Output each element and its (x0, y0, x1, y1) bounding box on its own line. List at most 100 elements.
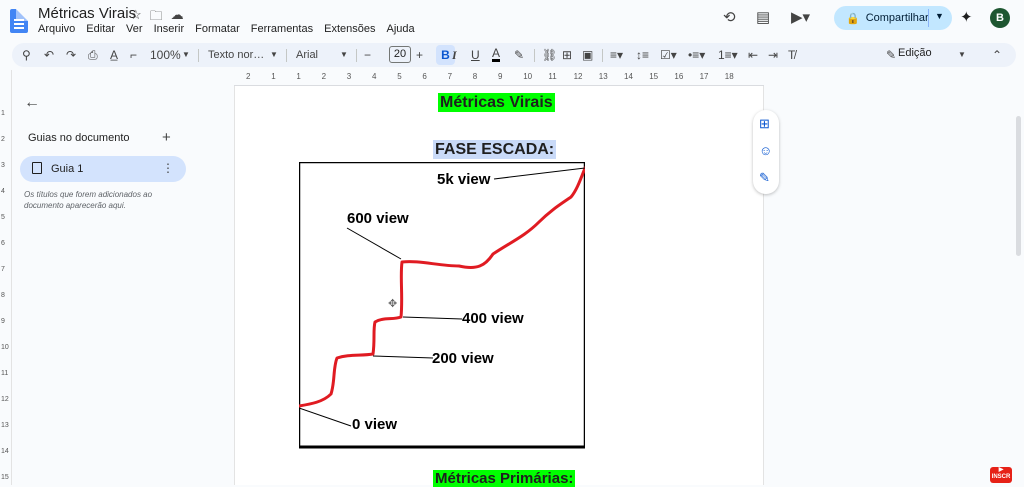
emoji-reaction-icon[interactable]: ☺ (759, 143, 772, 158)
ruler-number: 5 (397, 72, 402, 81)
ruler-number: 5 (1, 214, 5, 221)
document-page[interactable]: Métricas Virais FASE ESCADA: 5k view 600… (234, 86, 764, 487)
menu-formatar[interactable]: Formatar (195, 23, 240, 35)
heading-metricas-primarias[interactable]: Métricas Primárias: (433, 470, 576, 487)
numbered-list-icon[interactable]: 1≡▾ (718, 47, 738, 63)
font-size-input[interactable]: 20 (389, 46, 411, 63)
tab-options-icon[interactable]: ⋮ (162, 161, 174, 175)
menu-arquivo[interactable]: Arquivo (38, 23, 75, 35)
heading-metricas-virais[interactable]: Métricas Virais (438, 93, 555, 112)
mode-dropdown-icon[interactable]: ▼ (958, 47, 966, 63)
ruler-number: 2 (1, 136, 5, 143)
add-comment-float-icon[interactable]: ⊞ (759, 116, 770, 132)
print-icon[interactable]: ⎙ (88, 47, 98, 63)
horizontal-ruler[interactable]: 2 1 1 2 3 4 5 6 7 8 9 10 11 12 13 14 15 16 17 18 (234, 70, 764, 86)
ruler-number: 3 (1, 162, 5, 169)
move-cursor-icon: ✥ (388, 298, 397, 310)
docs-logo-icon[interactable] (10, 9, 28, 33)
share-dropdown-icon[interactable]: ▼ (935, 11, 944, 21)
italic-button[interactable]: I (452, 47, 457, 63)
ruler-number: 18 (724, 72, 734, 81)
avatar[interactable]: B (990, 8, 1010, 28)
menu-inserir[interactable]: Inserir (154, 23, 185, 35)
menu-ferramentas[interactable]: Ferramentas (251, 23, 313, 35)
link-icon[interactable]: ⛓ (542, 47, 557, 63)
zoom-select[interactable]: 100% (150, 47, 181, 63)
ruler-number: 6 (1, 240, 5, 247)
ruler-number: 13 (1, 422, 9, 429)
back-arrow-icon[interactable]: ← (24, 94, 40, 112)
style-select[interactable]: Texto nor… (208, 47, 264, 63)
checklist-icon[interactable]: ☑▾ (660, 47, 677, 63)
ruler-number: 17 (699, 72, 709, 81)
increase-font-button[interactable]: + (416, 47, 423, 63)
spellcheck-icon[interactable]: A̲ (110, 47, 118, 63)
heading-fase-escada[interactable]: FASE ESCADA: (433, 140, 557, 159)
ruler-number: 2 (246, 72, 251, 81)
increase-indent-icon[interactable]: ⇥ (768, 47, 778, 63)
document-tab-icon (32, 162, 42, 174)
ruler-number: 9 (1, 318, 5, 325)
menu-editar[interactable]: Editar (86, 23, 115, 35)
clear-formatting-icon[interactable]: T̸ (788, 47, 795, 63)
paint-format-icon[interactable]: ⌐ (130, 47, 137, 63)
ruler-number: 1 (271, 72, 276, 81)
align-icon[interactable]: ≡▾ (610, 47, 623, 63)
ruler-number: 8 (1, 292, 5, 299)
ruler-number: 4 (1, 188, 5, 195)
ruler-number: 8 (472, 72, 478, 81)
decrease-font-button[interactable]: − (364, 47, 371, 63)
highlight-icon[interactable]: ✎ (514, 47, 524, 63)
sidebar-title: Guias no documento (28, 132, 130, 144)
ruler-number: 3 (346, 72, 352, 81)
ruler-number: 7 (447, 72, 453, 81)
ruler-number: 15 (1, 474, 9, 481)
share-button[interactable]: 🔒 Compartilhar ▼ (834, 6, 952, 30)
undo-icon[interactable]: ↶ (44, 47, 54, 63)
bulleted-list-icon[interactable]: •≡▾ (688, 47, 705, 63)
stairs-diagram-image[interactable]: 5k view 600 view 400 view 200 view 0 vie… (299, 162, 585, 449)
menu-ajuda[interactable]: Ajuda (386, 23, 414, 35)
ruler-number: 1 (1, 110, 5, 117)
add-comment-icon[interactable]: ⊞ (562, 47, 572, 63)
edit-mode-icon: ✎ (886, 48, 897, 62)
font-select[interactable]: Arial (296, 47, 318, 63)
redo-icon[interactable]: ↷ (66, 47, 76, 63)
style-dropdown-icon[interactable]: ▼ (270, 47, 278, 63)
collapse-menus-icon[interactable]: ⌃ (992, 47, 1002, 63)
scrollbar[interactable] (1013, 86, 1023, 485)
ruler-number: 14 (1, 448, 9, 455)
document-tabs-sidebar: ← Guias no documento + Guia 1 ⋮ Os títul… (14, 86, 234, 485)
underline-button[interactable]: U (471, 47, 480, 63)
suggest-edits-icon[interactable]: ✎ (759, 170, 770, 186)
ruler-number: 6 (422, 72, 427, 81)
decrease-indent-icon[interactable]: ⇤ (748, 47, 758, 63)
line-spacing-icon[interactable]: ↕≡ (636, 47, 649, 63)
zoom-dropdown-icon[interactable]: ▼ (182, 47, 190, 63)
label-0-view: 0 view (352, 416, 397, 433)
vertical-ruler[interactable]: 1 2 3 4 5 6 7 8 9 10 11 12 13 14 15 (0, 70, 12, 485)
ruler-number: 15 (649, 72, 659, 81)
font-dropdown-icon[interactable]: ▼ (340, 47, 348, 63)
history-icon[interactable]: ⟲ (723, 8, 736, 26)
label-400-view: 400 view (462, 310, 524, 327)
ruler-number: 12 (1, 396, 9, 403)
gemini-icon[interactable]: ✦ (960, 8, 973, 26)
meet-icon[interactable]: ▶▾ (791, 8, 810, 26)
document-title[interactable]: Métricas Virais (38, 5, 136, 22)
ruler-number: 14 (624, 72, 633, 81)
menu-extensoes[interactable]: Extensões (324, 23, 375, 35)
text-color-button[interactable]: A (492, 47, 501, 62)
floating-actions: ⊞ ☺ ✎ (753, 110, 779, 194)
menu-bar: Arquivo Editar Ver Inserir Formatar Ferr… (38, 23, 415, 35)
tab-guia-1[interactable]: Guia 1 ⋮ (20, 156, 186, 182)
scrollbar-thumb[interactable] (1016, 116, 1021, 256)
formatting-toolbar: ⚲ ↶ ↷ ⎙ A̲ ⌐ 100% ▼ Texto nor… ▼ Arial ▼… (12, 43, 1016, 67)
insert-image-icon[interactable]: ▣ (582, 47, 593, 63)
ruler-number: 9 (498, 72, 503, 81)
comments-icon[interactable]: ▤ (756, 8, 770, 26)
menu-ver[interactable]: Ver (126, 23, 143, 35)
add-tab-button[interactable]: + (162, 129, 171, 146)
search-menus-icon[interactable]: ⚲ (22, 47, 31, 63)
mode-select[interactable]: Edição (898, 47, 932, 59)
